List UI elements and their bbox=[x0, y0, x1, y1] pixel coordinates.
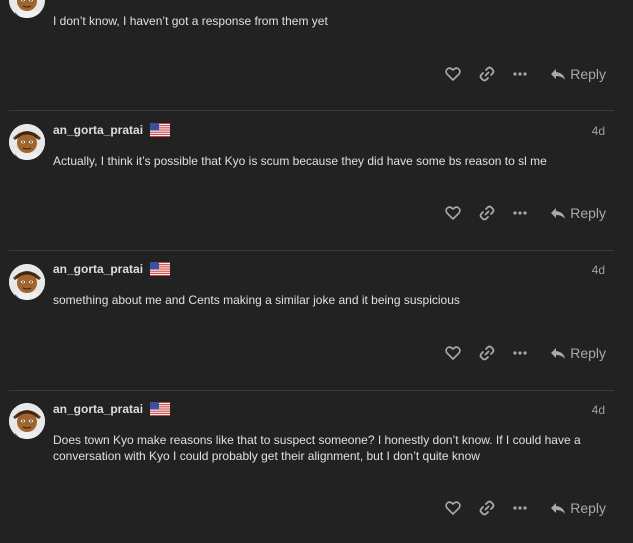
reply-icon bbox=[550, 345, 566, 361]
reply-icon bbox=[550, 66, 566, 82]
more-icon[interactable] bbox=[511, 499, 529, 517]
heart-icon[interactable] bbox=[444, 204, 462, 222]
reply-label: Reply bbox=[570, 500, 606, 516]
post-date[interactable]: 4d bbox=[592, 124, 605, 138]
reply-label: Reply bbox=[570, 345, 606, 361]
post-actions: Reply bbox=[0, 499, 633, 519]
post-date[interactable]: 4d bbox=[592, 403, 605, 417]
username[interactable]: an_gorta_pratai bbox=[53, 123, 143, 137]
post-body: I don’t know, I haven’t got a response f… bbox=[53, 14, 328, 28]
post-body: something about me and Cents making a si… bbox=[53, 293, 460, 307]
avatar[interactable] bbox=[9, 124, 45, 160]
post-4: an_gorta_pratai 4d Does town Kyo make re… bbox=[0, 391, 633, 543]
username[interactable]: an_gorta_pratai bbox=[53, 402, 143, 416]
reply-button[interactable]: Reply bbox=[550, 499, 606, 517]
reply-label: Reply bbox=[570, 66, 606, 82]
post-actions: Reply bbox=[0, 65, 633, 85]
link-icon[interactable] bbox=[478, 65, 496, 83]
post-actions: Reply bbox=[0, 204, 633, 224]
more-icon[interactable] bbox=[511, 204, 529, 222]
flag-us-icon bbox=[150, 402, 170, 416]
reply-button[interactable]: Reply bbox=[550, 344, 606, 362]
reply-icon bbox=[550, 205, 566, 221]
post-2: an_gorta_pratai 4d Actually, I think it’… bbox=[0, 111, 633, 250]
post-actions: Reply bbox=[0, 344, 633, 364]
post-3: an_gorta_pratai 4d something about me an… bbox=[0, 251, 633, 390]
avatar[interactable] bbox=[9, 0, 45, 18]
post-1: I don’t know, I haven’t got a response f… bbox=[0, 0, 633, 110]
heart-icon[interactable] bbox=[444, 499, 462, 517]
flag-us-icon bbox=[150, 123, 170, 137]
post-body: Actually, I think it’s possible that Kyo… bbox=[53, 154, 547, 168]
reply-icon bbox=[550, 500, 566, 516]
more-icon[interactable] bbox=[511, 344, 529, 362]
more-icon[interactable] bbox=[511, 65, 529, 83]
heart-icon[interactable] bbox=[444, 65, 462, 83]
post-body: Does town Kyo make reasons like that to … bbox=[53, 433, 581, 463]
username[interactable]: an_gorta_pratai bbox=[53, 262, 143, 276]
reply-label: Reply bbox=[570, 205, 606, 221]
reply-button[interactable]: Reply bbox=[550, 65, 606, 83]
link-icon[interactable] bbox=[478, 344, 496, 362]
avatar[interactable] bbox=[9, 264, 45, 300]
heart-icon[interactable] bbox=[444, 344, 462, 362]
link-icon[interactable] bbox=[478, 204, 496, 222]
post-date[interactable]: 4d bbox=[592, 263, 605, 277]
flag-us-icon bbox=[150, 262, 170, 276]
avatar[interactable] bbox=[9, 403, 45, 439]
reply-button[interactable]: Reply bbox=[550, 204, 606, 222]
link-icon[interactable] bbox=[478, 499, 496, 517]
